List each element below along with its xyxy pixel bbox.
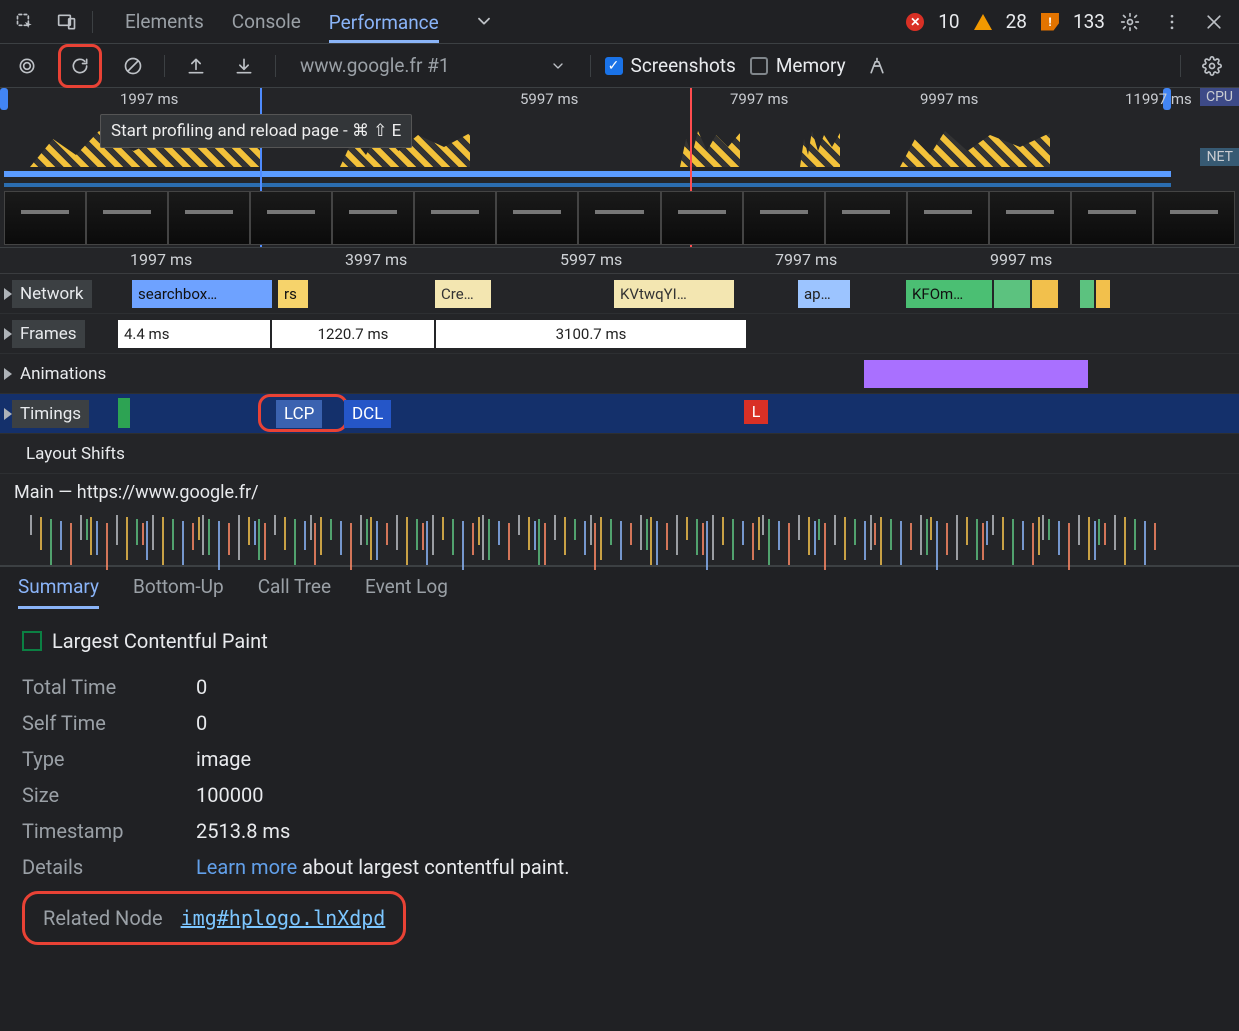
timeline-overview[interactable]: 1997 ms 5997 ms 7997 ms 9997 ms 11997 ms…: [0, 88, 1239, 248]
tab-console[interactable]: Console: [232, 10, 301, 33]
warning-count: 28: [1006, 10, 1027, 33]
reload-tooltip: Start profiling and reload page - ⌘ ⇧ E: [100, 114, 412, 148]
event-color-swatch: [22, 631, 42, 651]
lcp-marker[interactable]: LCP: [276, 400, 322, 428]
panel-tabs: Elements Console Performance: [125, 5, 501, 39]
warning-icon: [974, 14, 992, 30]
tab-performance[interactable]: Performance: [329, 11, 439, 43]
devtools-top-bar: Elements Console Performance ✕ 10 28 ! 133: [0, 0, 1239, 44]
load-profile-icon[interactable]: [179, 49, 213, 83]
settings-icon[interactable]: [1113, 5, 1147, 39]
summary-panel: Largest Contentful Paint Total Time0 Sel…: [0, 609, 1239, 959]
screenshot-filmstrip[interactable]: [4, 191, 1235, 245]
memory-checkbox[interactable]: Memory: [750, 54, 846, 77]
flame-chart[interactable]: 1997 ms 3997 ms 5997 ms 7997 ms 9997 ms …: [0, 248, 1239, 566]
overview-handle-left[interactable]: [0, 88, 8, 110]
net-label: NET: [1200, 148, 1239, 166]
problem-counts[interactable]: ✕ 10 28 ! 133: [906, 10, 1105, 33]
network-track[interactable]: Network searchbox… rs Cre… KVtwqYI… ap… …: [0, 274, 1239, 314]
expander-icon[interactable]: [4, 288, 12, 300]
tab-event-log[interactable]: Event Log: [365, 575, 448, 609]
issues-icon: !: [1041, 13, 1059, 31]
timings-track[interactable]: Timings LCP DCL L: [0, 394, 1239, 434]
tab-bottom-up[interactable]: Bottom-Up: [133, 575, 224, 609]
flame-ruler: 1997 ms 3997 ms 5997 ms 7997 ms 9997 ms: [0, 248, 1239, 274]
reload-profile-button[interactable]: [63, 49, 97, 83]
screenshots-checkbox[interactable]: Screenshots: [605, 54, 736, 77]
performance-toolbar: www.google.fr #1 Screenshots Memory: [0, 44, 1239, 88]
load-marker[interactable]: L: [744, 400, 768, 424]
save-profile-icon[interactable]: [227, 49, 261, 83]
detail-tabs: Summary Bottom-Up Call Tree Event Log: [0, 566, 1239, 609]
device-toggle-icon[interactable]: [50, 5, 84, 39]
animations-track[interactable]: Animations: [0, 354, 1239, 394]
inspect-icon[interactable]: [8, 5, 42, 39]
summary-title: Largest Contentful Paint: [52, 623, 268, 659]
main-track-header[interactable]: Main — https://www.google.fr/: [0, 474, 1239, 511]
chevron-down-icon: [550, 58, 566, 74]
tab-elements[interactable]: Elements: [125, 10, 204, 33]
tab-summary[interactable]: Summary: [18, 575, 99, 609]
issues-count: 133: [1073, 10, 1105, 33]
capture-settings-icon[interactable]: [1195, 49, 1229, 83]
highlight-lcp: [258, 394, 348, 432]
kebab-icon[interactable]: [1155, 5, 1189, 39]
separator: [92, 11, 93, 33]
clear-button[interactable]: [116, 49, 150, 83]
recording-select[interactable]: www.google.fr #1: [290, 54, 576, 77]
cpu-label: CPU: [1200, 88, 1239, 106]
error-count: 10: [938, 10, 959, 33]
error-icon: ✕: [906, 13, 924, 31]
recording-select-value: www.google.fr #1: [300, 54, 450, 77]
frames-track[interactable]: Frames 4.4 ms 1220.7 ms 3100.7 ms: [0, 314, 1239, 354]
main-track-stacks[interactable]: /* decorative */: [0, 511, 1239, 565]
dcl-marker[interactable]: DCL: [344, 400, 391, 428]
related-node-link[interactable]: img#hplogo.lnXdpd: [181, 900, 386, 936]
highlight-reload: [58, 44, 102, 88]
more-tabs-icon[interactable]: [467, 5, 501, 39]
learn-more-link[interactable]: Learn more: [196, 855, 297, 879]
tab-call-tree[interactable]: Call Tree: [258, 575, 331, 609]
garbage-collect-icon[interactable]: [860, 49, 894, 83]
layout-shifts-track[interactable]: Layout Shifts: [0, 434, 1239, 474]
highlight-related-node: Related Node img#hplogo.lnXdpd: [22, 891, 406, 945]
close-devtools-icon[interactable]: [1197, 5, 1231, 39]
record-button[interactable]: [10, 49, 44, 83]
